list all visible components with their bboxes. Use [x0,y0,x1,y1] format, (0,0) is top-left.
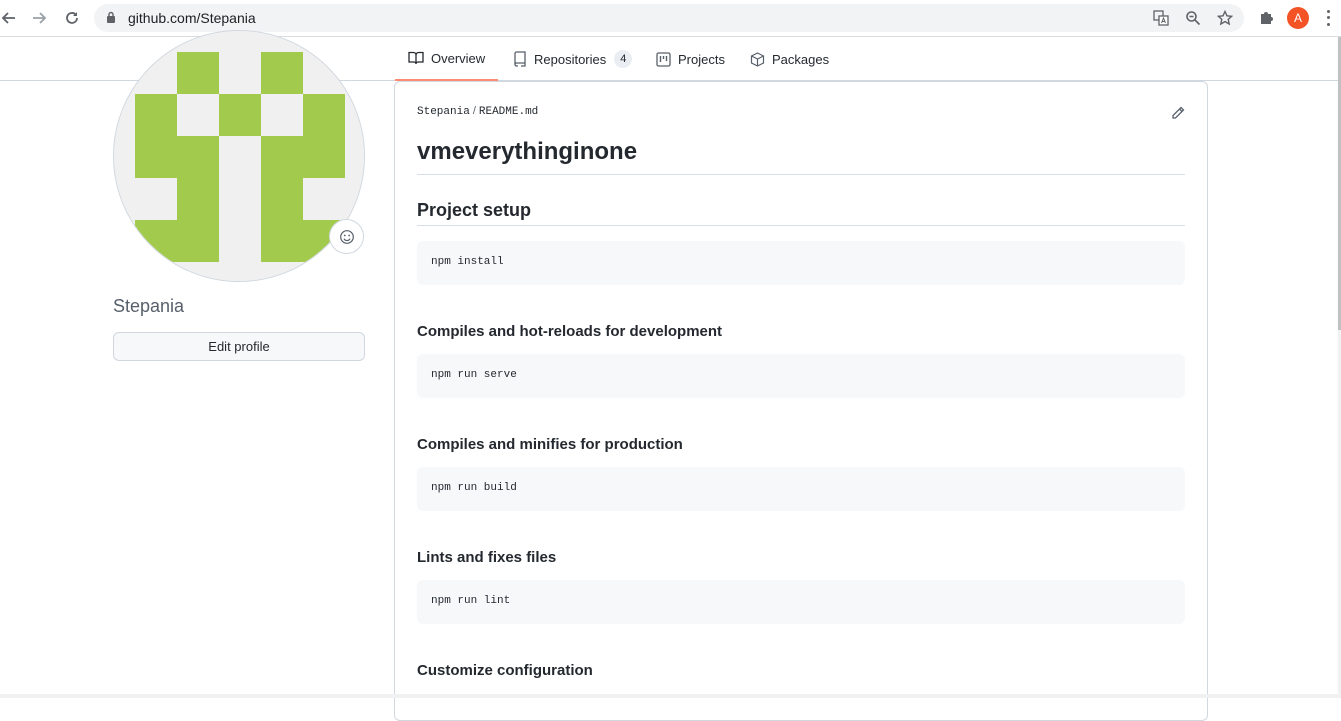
package-icon [750,52,765,67]
heading-serve: Compiles and hot-reloads for development [417,323,722,340]
heading-build: Compiles and minifies for production [417,436,683,453]
tab-packages-label: Packages [772,52,829,67]
section-divider [417,225,1185,226]
readme-box: Stepania/README.md vmeverythinginone Pro… [394,81,1208,721]
tab-repositories[interactable]: Repositories 4 [513,37,632,81]
horizontal-scrollbar[interactable] [0,694,1338,698]
readme-file-link[interactable]: README.md [479,106,538,118]
readme-breadcrumb: Stepania/README.md [417,105,538,118]
heading-lint: Lints and fixes files [417,549,556,566]
readme-owner-link[interactable]: Stepania [417,106,470,118]
back-icon[interactable] [0,6,20,30]
code-block-build: npm run build [417,467,1185,511]
reload-icon[interactable] [60,6,84,30]
address-bar[interactable]: github.com/Stepania [94,4,1244,32]
repositories-count-badge: 4 [614,50,632,68]
bookmark-star-icon[interactable] [1216,9,1234,27]
tab-projects-label: Projects [678,52,725,67]
title-divider [417,174,1185,175]
code-block-serve: npm run serve [417,354,1185,398]
browser-menu-icon[interactable] [1320,8,1336,28]
heading-customize: Customize configuration [417,662,593,679]
project-board-icon [656,52,671,67]
book-icon [408,50,424,66]
repo-icon [513,51,527,67]
translate-icon[interactable] [1152,9,1170,27]
tab-packages[interactable]: Packages [750,37,829,81]
smiley-icon [339,229,355,245]
edit-profile-button[interactable]: Edit profile [113,332,365,361]
zoom-icon[interactable] [1184,9,1202,27]
forward-icon[interactable] [28,6,52,30]
tab-repositories-label: Repositories [534,52,606,67]
set-status-button[interactable] [329,219,364,254]
tab-overview[interactable]: Overview [395,37,498,81]
tab-overview-label: Overview [431,51,485,66]
tab-projects[interactable]: Projects [656,37,725,81]
extensions-puzzle-icon[interactable] [1256,8,1276,28]
lock-icon [106,11,116,29]
pencil-edit-icon[interactable] [1170,105,1186,121]
url-text: github.com/Stepania [128,10,256,26]
identicon-image [114,31,365,282]
section-heading-project-setup: Project setup [417,200,531,221]
browser-toolbar: github.com/Stepania A [0,0,1341,37]
code-block-lint: npm run lint [417,580,1185,624]
profile-avatar[interactable] [113,30,365,282]
code-block-install: npm install [417,241,1185,285]
profile-username: Stepania [113,296,184,317]
readme-title: vmeverythinginone [417,138,637,166]
browser-profile-avatar[interactable]: A [1287,7,1309,29]
